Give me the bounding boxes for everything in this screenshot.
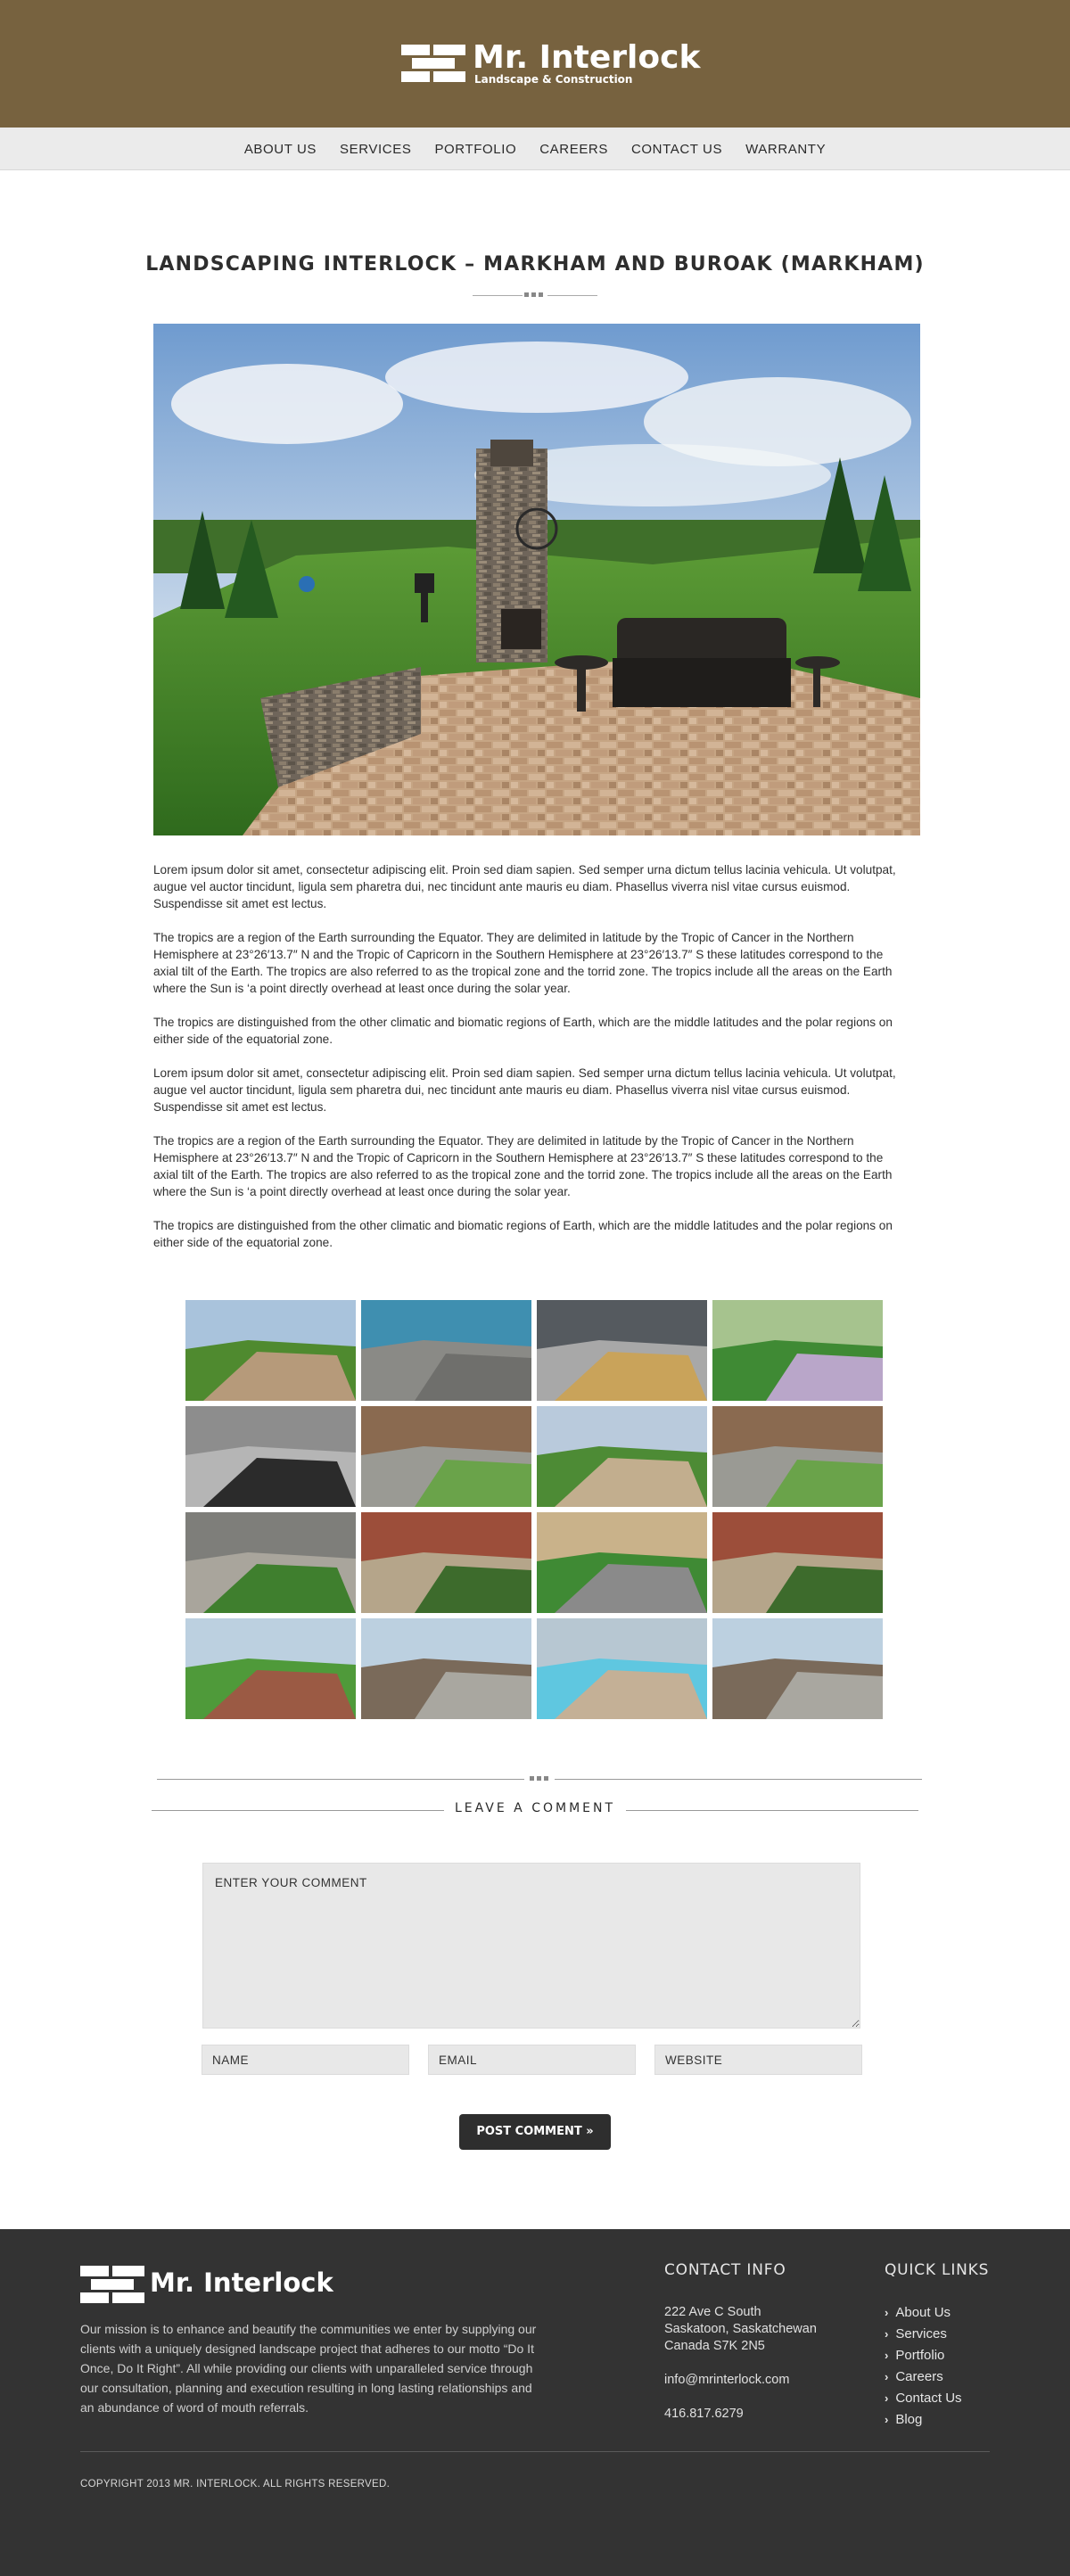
quick-link-label: Careers: [895, 2369, 943, 2384]
gallery-thumb-image: [712, 1406, 883, 1507]
gallery-thumb-image: [185, 1300, 356, 1401]
chevron-right-icon: ›: [885, 2413, 889, 2426]
gallery-thumb[interactable]: [537, 1512, 707, 1613]
chevron-right-icon: ›: [885, 2349, 889, 2362]
mission-statement: Our mission is to enhance and beautify t…: [80, 2322, 537, 2415]
article-paragraph: Lorem ipsum dolor sit amet, consectetur …: [153, 1066, 896, 1114]
footer-divider: [80, 2451, 990, 2452]
email-field[interactable]: [428, 2045, 636, 2075]
gallery-thumb-image: [361, 1618, 531, 1719]
gallery-thumb-image: [361, 1512, 531, 1613]
nav-item-contact-us[interactable]: CONTACT US: [631, 142, 722, 157]
main-nav: ABOUT US SERVICES PORTFOLIO CAREERS CONT…: [0, 128, 1070, 170]
article-paragraph: The tropics are a region of the Earth su…: [153, 1134, 893, 1198]
comment-heading: LEAVE A COMMENT: [443, 1801, 627, 1815]
gallery-thumb[interactable]: [712, 1406, 883, 1507]
chevron-right-icon: ›: [885, 2370, 889, 2383]
gallery-thumb[interactable]: [185, 1512, 356, 1613]
contact-info: 222 Ave C South Saskatoon, Saskatchewan …: [664, 2304, 817, 2423]
quick-link-label: Blog: [895, 2412, 923, 2427]
quick-link-services[interactable]: › Services: [885, 2324, 962, 2345]
gallery-thumb-image: [537, 1618, 707, 1719]
chevron-right-icon: ›: [885, 2306, 889, 2319]
gallery-thumb[interactable]: [537, 1406, 707, 1507]
gallery-thumb[interactable]: [712, 1512, 883, 1613]
gallery-thumb[interactable]: [361, 1300, 531, 1401]
quick-link-label: Services: [895, 2326, 947, 2341]
quick-link-blog[interactable]: › Blog: [885, 2409, 962, 2431]
article-paragraph: The tropics are distinguished from the o…: [153, 1219, 893, 1249]
gallery-thumb-image: [185, 1406, 356, 1507]
nav-item-services[interactable]: SERVICES: [340, 142, 411, 157]
article-body: Lorem ipsum dolor sit amet, consectetur …: [153, 861, 908, 1268]
quick-links-heading: QUICK LINKS: [885, 2261, 990, 2279]
gallery-thumb[interactable]: [361, 1618, 531, 1719]
quick-links: › About Us › Services › Portfolio › Careers …: [885, 2302, 962, 2431]
article-paragraph: Lorem ipsum dolor sit amet, consectetur …: [153, 863, 896, 910]
gallery-thumb-image: [537, 1300, 707, 1401]
chevron-right-icon: ›: [885, 2391, 889, 2405]
address-line: 222 Ave C South: [664, 2305, 761, 2319]
quick-link-about-us[interactable]: › About Us: [885, 2302, 962, 2324]
post-comment-button[interactable]: POST COMMENT »: [459, 2114, 611, 2150]
gallery-thumb-image: [712, 1300, 883, 1401]
footer-brand-name: Mr. Interlock: [150, 2267, 333, 2298]
gallery-thumb[interactable]: [185, 1300, 356, 1401]
website-field[interactable]: [654, 2045, 862, 2075]
gallery-thumb[interactable]: [361, 1512, 531, 1613]
gallery-thumb[interactable]: [361, 1406, 531, 1507]
quick-link-careers[interactable]: › Careers: [885, 2366, 962, 2388]
quick-link-label: Contact Us: [895, 2391, 962, 2406]
gallery-thumb-image: [361, 1406, 531, 1507]
contact-info-heading: CONTACT INFO: [664, 2261, 786, 2279]
gallery-thumb-image: [712, 1512, 883, 1613]
gallery-thumb-image: [712, 1618, 883, 1719]
chevron-right-icon: ›: [885, 2327, 889, 2341]
comment-heading-row: LEAVE A COMMENT: [152, 1801, 918, 1819]
nav-item-warranty[interactable]: WARRANTY: [745, 142, 826, 157]
comment-divider: [157, 1774, 922, 1785]
interlock-bricks-logo-icon: [401, 45, 465, 82]
comment-textarea[interactable]: [202, 1863, 860, 2029]
quick-link-label: Portfolio: [895, 2348, 945, 2363]
hero-image: [153, 324, 920, 835]
contact-phone[interactable]: 416.817.6279: [664, 2406, 817, 2423]
gallery-thumb[interactable]: [712, 1618, 883, 1719]
address-line: Saskatoon, Saskatchewan: [664, 2322, 817, 2336]
quick-link-label: About Us: [895, 2305, 951, 2320]
page-title: LANDSCAPING INTERLOCK – MARKHAM AND BURO…: [145, 253, 925, 276]
title-divider: [473, 291, 597, 300]
address-line: Canada S7K 2N5: [664, 2339, 765, 2353]
nav-item-portfolio[interactable]: PORTFOLIO: [434, 142, 516, 157]
quick-link-contact-us[interactable]: › Contact Us: [885, 2388, 962, 2409]
name-field[interactable]: [202, 2045, 409, 2075]
gallery-thumb-image: [537, 1512, 707, 1613]
gallery-thumb[interactable]: [537, 1300, 707, 1401]
site-footer: Mr. Interlock Our mission is to enhance …: [0, 2229, 1070, 2576]
gallery-thumb[interactable]: [185, 1618, 356, 1719]
copyright: COPYRIGHT 2013 MR. INTERLOCK. ALL RIGHTS…: [80, 2479, 391, 2490]
interlock-bricks-logo-icon: [80, 2266, 144, 2303]
article-paragraph: The tropics are distinguished from the o…: [153, 1016, 893, 1046]
gallery-thumb[interactable]: [537, 1618, 707, 1719]
site-header: Mr. Interlock Landscape & Construction: [0, 0, 1070, 128]
contact-email[interactable]: info@mrinterlock.com: [664, 2372, 817, 2389]
footer-logo[interactable]: Mr. Interlock: [80, 2266, 333, 2303]
site-logo[interactable]: Mr. Interlock Landscape & Construction: [401, 39, 700, 86]
brand-name: Mr. Interlock: [473, 39, 701, 76]
gallery-thumb[interactable]: [185, 1406, 356, 1507]
nav-item-about-us[interactable]: ABOUT US: [244, 142, 317, 157]
gallery-thumb-image: [185, 1512, 356, 1613]
nav-item-careers[interactable]: CAREERS: [539, 142, 608, 157]
article-paragraph: The tropics are a region of the Earth su…: [153, 931, 893, 995]
project-gallery: [185, 1300, 885, 1719]
gallery-thumb[interactable]: [712, 1300, 883, 1401]
gallery-thumb-image: [537, 1406, 707, 1507]
brand-tagline: Landscape & Construction: [474, 73, 633, 86]
gallery-thumb-image: [361, 1300, 531, 1401]
quick-link-portfolio[interactable]: › Portfolio: [885, 2345, 962, 2366]
gallery-thumb-image: [185, 1618, 356, 1719]
